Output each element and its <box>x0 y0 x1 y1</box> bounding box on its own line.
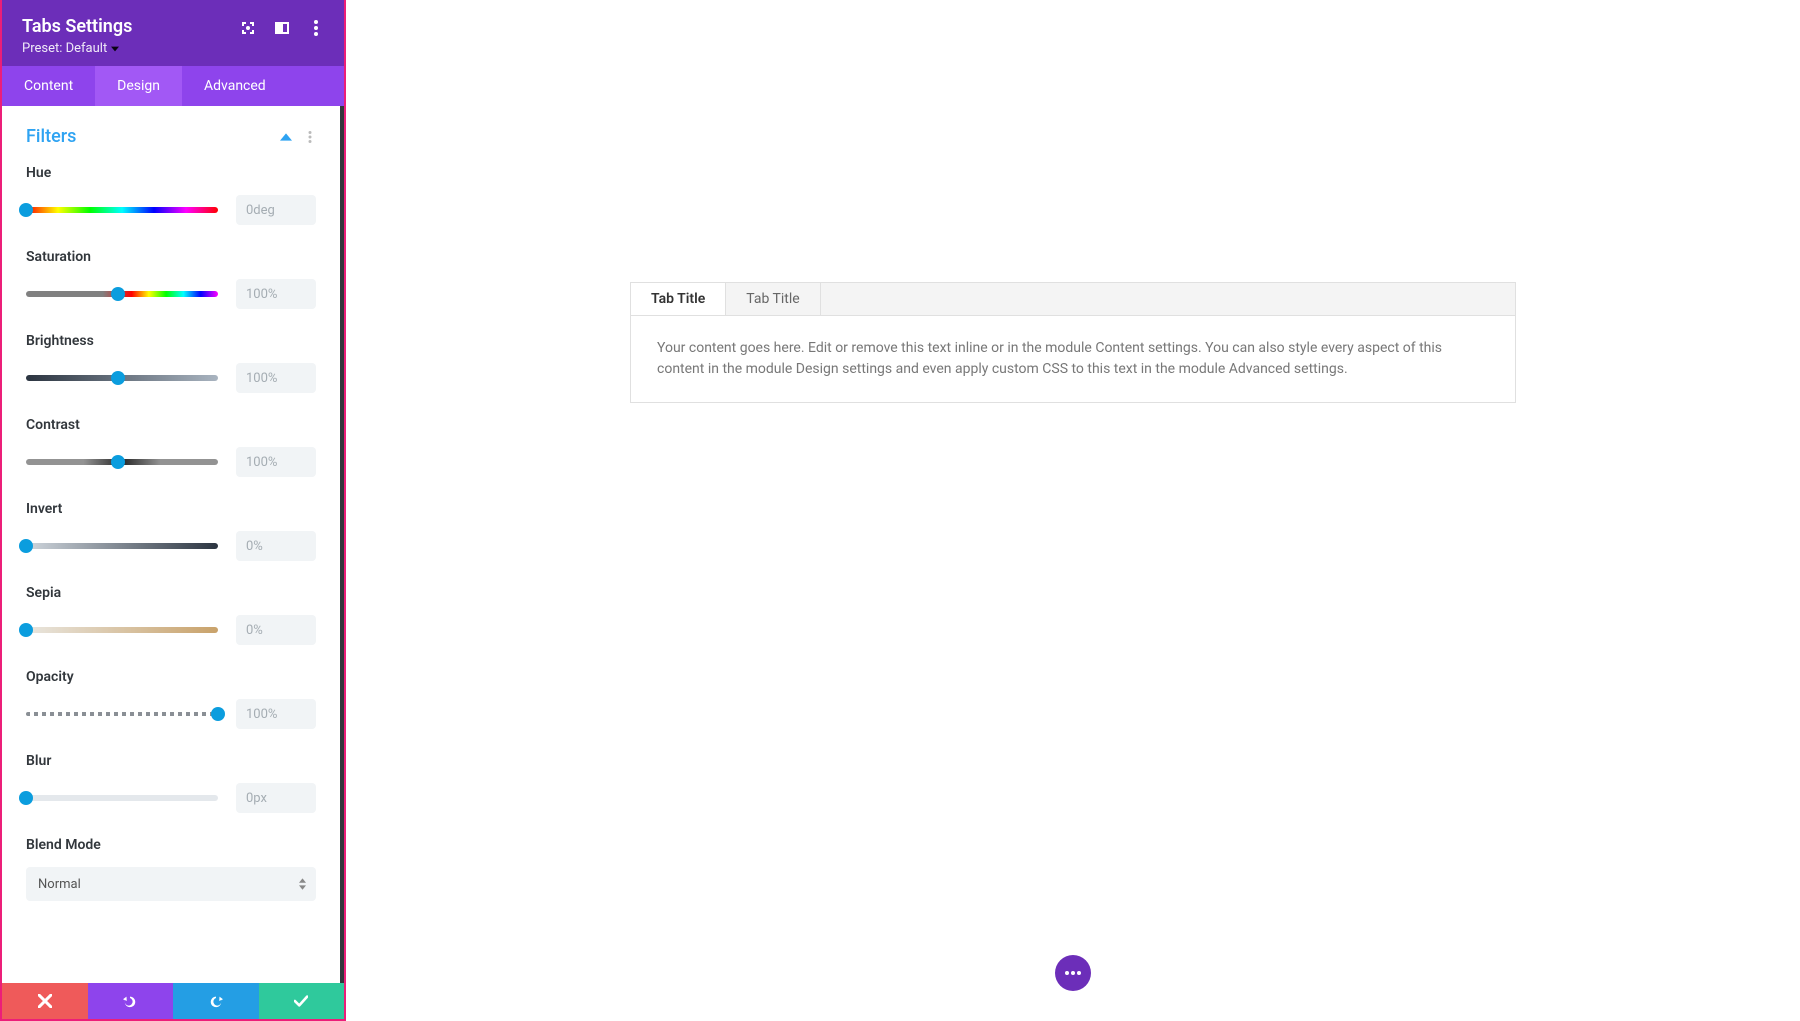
blur-slider[interactable] <box>26 791 218 805</box>
filter-blur: Blur 0px <box>26 753 316 813</box>
settings-panel: Tabs Settings Preset: Default Content De… <box>0 0 346 1021</box>
panel-body[interactable]: Filters Hue 0deg Saturat <box>2 106 344 983</box>
saturation-slider[interactable] <box>26 287 218 301</box>
filter-invert: Invert 0% <box>26 501 316 561</box>
invert-slider[interactable] <box>26 539 218 553</box>
close-icon <box>38 994 52 1008</box>
saturation-label: Saturation <box>26 249 316 265</box>
opacity-thumb[interactable] <box>211 707 225 721</box>
sepia-label: Sepia <box>26 585 316 601</box>
save-button[interactable] <box>259 983 345 1019</box>
contrast-thumb[interactable] <box>111 455 125 469</box>
collapse-icon[interactable] <box>280 131 292 143</box>
sepia-thumb[interactable] <box>19 623 33 637</box>
blur-value[interactable]: 0px <box>236 783 316 813</box>
invert-thumb[interactable] <box>19 539 33 553</box>
blur-label: Blur <box>26 753 316 769</box>
sepia-slider[interactable] <box>26 623 218 637</box>
filter-saturation: Saturation 100% <box>26 249 316 309</box>
preview-tabs: Tab Title Tab Title <box>631 283 1515 316</box>
sidebar-toggle-icon[interactable] <box>274 20 290 36</box>
preview-content[interactable]: Your content goes here. Edit or remove t… <box>631 316 1515 402</box>
filter-hue: Hue 0deg <box>26 165 316 225</box>
filter-opacity: Opacity 100% <box>26 669 316 729</box>
blend-value: Normal <box>38 877 81 892</box>
tabs-module: Tab Title Tab Title Your content goes he… <box>630 282 1516 403</box>
panel-title: Tabs Settings <box>22 16 132 37</box>
blend-select[interactable]: Normal <box>26 867 316 901</box>
brightness-label: Brightness <box>26 333 316 349</box>
preview-tab-2[interactable]: Tab Title <box>726 283 820 315</box>
hue-label: Hue <box>26 165 316 181</box>
saturation-value[interactable]: 100% <box>236 279 316 309</box>
more-icon[interactable] <box>308 20 324 36</box>
undo-icon <box>123 994 137 1008</box>
blur-thumb[interactable] <box>19 791 33 805</box>
ellipsis-icon <box>1065 971 1081 975</box>
builder-fab[interactable] <box>1055 955 1091 991</box>
blend-mode: Blend Mode Normal <box>26 837 316 901</box>
contrast-label: Contrast <box>26 417 316 433</box>
preset-label: Preset: Default <box>22 41 107 56</box>
tab-content[interactable]: Content <box>2 66 95 106</box>
brightness-thumb[interactable] <box>111 371 125 385</box>
hue-thumb[interactable] <box>19 203 33 217</box>
focus-icon[interactable] <box>240 20 256 36</box>
tab-design[interactable]: Design <box>95 66 182 106</box>
undo-button[interactable] <box>88 983 174 1019</box>
sepia-value[interactable]: 0% <box>236 615 316 645</box>
tab-advanced[interactable]: Advanced <box>182 66 288 106</box>
section-more-icon[interactable] <box>304 131 316 143</box>
brightness-value[interactable]: 100% <box>236 363 316 393</box>
redo-icon <box>209 994 223 1008</box>
invert-value[interactable]: 0% <box>236 531 316 561</box>
preview-canvas: Tab Title Tab Title Your content goes he… <box>346 0 1800 1021</box>
hue-slider[interactable] <box>26 203 218 217</box>
opacity-slider[interactable] <box>26 707 218 721</box>
saturation-thumb[interactable] <box>111 287 125 301</box>
invert-label: Invert <box>26 501 316 517</box>
panel-tabs: Content Design Advanced <box>2 66 344 106</box>
panel-header: Tabs Settings Preset: Default <box>2 0 344 66</box>
contrast-value[interactable]: 100% <box>236 447 316 477</box>
contrast-slider[interactable] <box>26 455 218 469</box>
opacity-label: Opacity <box>26 669 316 685</box>
chevron-down-icon <box>111 45 119 53</box>
section-title: Filters <box>26 126 76 147</box>
select-caret-icon <box>299 878 306 890</box>
filter-brightness: Brightness 100% <box>26 333 316 393</box>
filter-contrast: Contrast 100% <box>26 417 316 477</box>
preset-selector[interactable]: Preset: Default <box>22 41 132 56</box>
panel-footer <box>2 983 344 1019</box>
blend-label: Blend Mode <box>26 837 316 853</box>
filter-sepia: Sepia 0% <box>26 585 316 645</box>
hue-value[interactable]: 0deg <box>236 195 316 225</box>
preview-tab-1[interactable]: Tab Title <box>631 283 726 315</box>
redo-button[interactable] <box>173 983 259 1019</box>
brightness-slider[interactable] <box>26 371 218 385</box>
cancel-button[interactable] <box>2 983 88 1019</box>
opacity-value[interactable]: 100% <box>236 699 316 729</box>
check-icon <box>294 994 308 1008</box>
